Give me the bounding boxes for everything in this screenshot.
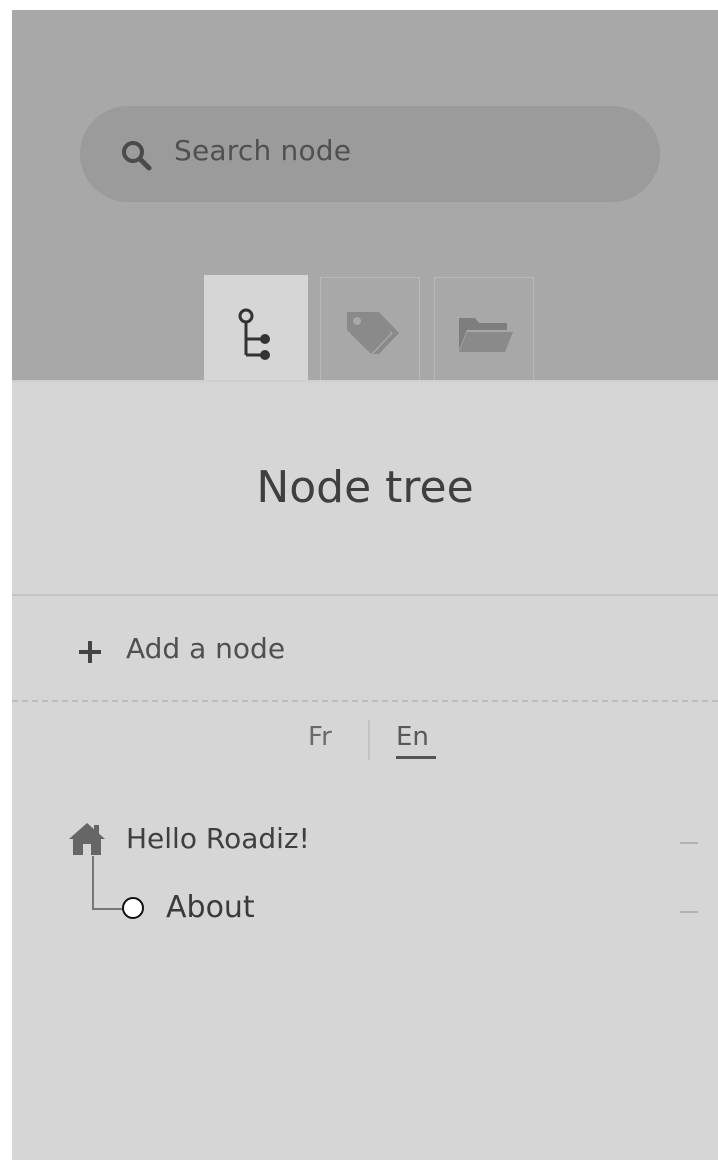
page-title: Node tree [256,462,474,513]
tags-icon [347,312,399,354]
tree-node-about[interactable]: About [166,890,255,925]
header-divider [12,380,718,382]
node-menu-dash[interactable] [680,911,698,913]
lang-separator [368,720,370,760]
node-menu-dash[interactable] [680,842,698,844]
tab-tags[interactable] [320,277,420,381]
node-tree-panel: Search node Node tree Add a node Fr En H… [12,10,718,1160]
divider [12,594,718,596]
home-icon[interactable] [68,822,106,856]
plus-icon [79,641,101,663]
lang-active-underline [396,756,436,759]
folder-icon [459,318,513,352]
circle-icon [122,897,144,919]
lang-link-en[interactable]: En [396,722,429,752]
tab-folders[interactable] [434,277,534,381]
tab-node-tree[interactable] [204,275,308,384]
add-node-label: Add a node [126,632,286,665]
tree-connector [92,908,122,910]
search-placeholder: Search node [174,134,352,167]
tree-connector [92,856,94,910]
tree-icon [238,308,270,360]
divider-dashed [12,700,718,702]
tree-node-hello-roadiz[interactable]: Hello Roadiz! [126,822,310,855]
search-input[interactable]: Search node [80,106,660,202]
lang-link-fr[interactable]: Fr [308,722,332,752]
search-icon [122,141,152,171]
sidebar-header: Search node [12,10,718,384]
